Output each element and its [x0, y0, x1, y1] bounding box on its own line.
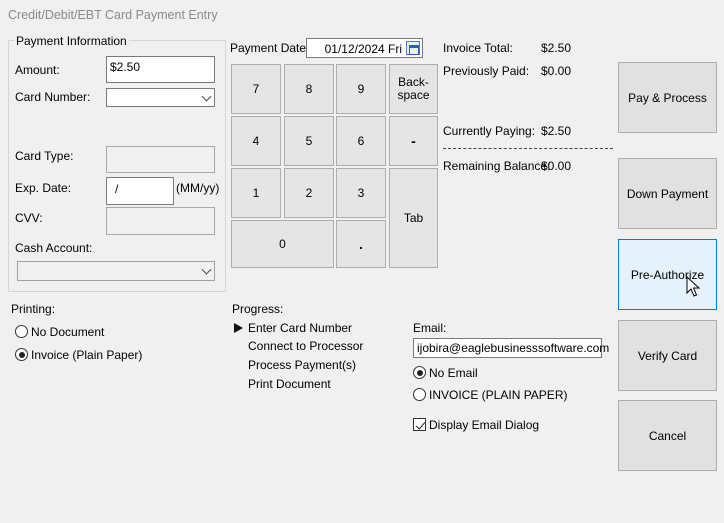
progress-step: Enter Card Number — [248, 321, 353, 335]
cvv-field — [106, 207, 215, 235]
email-input[interactable]: ijobira@eaglebusinesssoftware.com — [413, 338, 609, 358]
payment-date-value: 01/12/2024 Fri — [324, 42, 402, 56]
progress-label: Progress: — [232, 302, 284, 316]
progress-step: Connect to Processor — [248, 339, 364, 353]
exp-date-hint: (MM/yy) — [176, 181, 220, 195]
radio-no-document[interactable] — [15, 325, 28, 338]
cancel-button[interactable]: Cancel — [618, 400, 717, 471]
display-email-dialog-checkbox[interactable] — [413, 418, 426, 431]
card-number-label: Card Number: — [15, 90, 91, 104]
calendar-icon[interactable] — [406, 41, 420, 55]
email-label: Email: — [413, 321, 447, 335]
no-document-label[interactable]: No Document — [31, 325, 104, 339]
amount-input[interactable]: $2.50 — [106, 56, 215, 83]
key-6[interactable]: 6 — [336, 116, 386, 166]
email-invoice-plain-label[interactable]: INVOICE (PLAIN PAPER) — [429, 388, 567, 402]
pay-process-button[interactable]: Pay & Process — [618, 62, 717, 133]
remaining-balance-value: $0.00 — [541, 159, 572, 173]
payment-date-label: Payment Date: — [230, 41, 310, 55]
card-type-label: Card Type: — [15, 149, 74, 163]
key-3[interactable]: 3 — [336, 168, 386, 218]
window-title: Credit/Debit/EBT Card Payment Entry — [8, 8, 218, 22]
key-4[interactable]: 4 — [231, 116, 281, 166]
radio-no-email[interactable] — [413, 366, 426, 379]
current-step-arrow-icon — [234, 323, 243, 333]
no-email-label[interactable]: No Email — [429, 366, 478, 380]
pre-authorize-button[interactable]: Pre-Authorize — [618, 239, 717, 310]
printing-label: Printing: — [11, 302, 56, 316]
card-type-field — [106, 146, 215, 173]
cash-account-combo[interactable] — [17, 261, 215, 281]
remaining-balance-label: Remaining Balance: — [443, 159, 551, 173]
key-2[interactable]: 2 — [284, 168, 334, 218]
currently-paying-value: $2.50 — [541, 124, 572, 138]
invoice-total-value: $2.50 — [541, 41, 572, 55]
progress-step: Print Document — [248, 377, 331, 391]
radio-invoice-plain[interactable] — [15, 348, 28, 361]
key-1[interactable]: 1 — [231, 168, 281, 218]
key-7[interactable]: 7 — [231, 64, 281, 114]
key-backspace[interactable]: Back- space — [389, 64, 438, 114]
exp-date-input[interactable]: / — [106, 177, 174, 205]
key-tab[interactable]: Tab — [389, 168, 438, 268]
invoice-total-label: Invoice Total: — [443, 41, 513, 55]
key-8[interactable]: 8 — [284, 64, 334, 114]
down-payment-button[interactable]: Down Payment — [618, 158, 717, 229]
previously-paid-value: $0.00 — [541, 64, 572, 78]
display-email-dialog-label[interactable]: Display Email Dialog — [429, 418, 539, 432]
amount-label: Amount: — [15, 63, 60, 77]
key-9[interactable]: 9 — [336, 64, 386, 114]
radio-email-invoice-plain[interactable] — [413, 388, 426, 401]
chevron-down-icon — [201, 91, 212, 102]
progress-step: Process Payment(s) — [248, 358, 357, 372]
previously-paid-label: Previously Paid: — [443, 64, 530, 78]
key-dot[interactable]: . — [336, 220, 386, 268]
cash-account-label: Cash Account: — [15, 241, 93, 255]
key-5[interactable]: 5 — [284, 116, 334, 166]
key-0[interactable]: 0 — [231, 220, 334, 268]
currently-paying-label: Currently Paying: — [443, 124, 536, 138]
summary-separator — [443, 148, 613, 149]
payment-date-picker[interactable]: 01/12/2024 Fri — [306, 38, 423, 58]
key-minus[interactable]: - — [389, 116, 438, 166]
exp-date-label: Exp. Date: — [15, 181, 72, 195]
card-number-combo[interactable] — [106, 88, 215, 107]
invoice-plain-label[interactable]: Invoice (Plain Paper) — [31, 348, 142, 362]
cvv-label: CVV: — [15, 211, 43, 225]
chevron-down-icon — [201, 264, 212, 275]
mouse-cursor-icon — [686, 276, 700, 297]
payment-info-group-label: Payment Information — [14, 34, 129, 48]
verify-card-button[interactable]: Verify Card — [618, 320, 717, 391]
